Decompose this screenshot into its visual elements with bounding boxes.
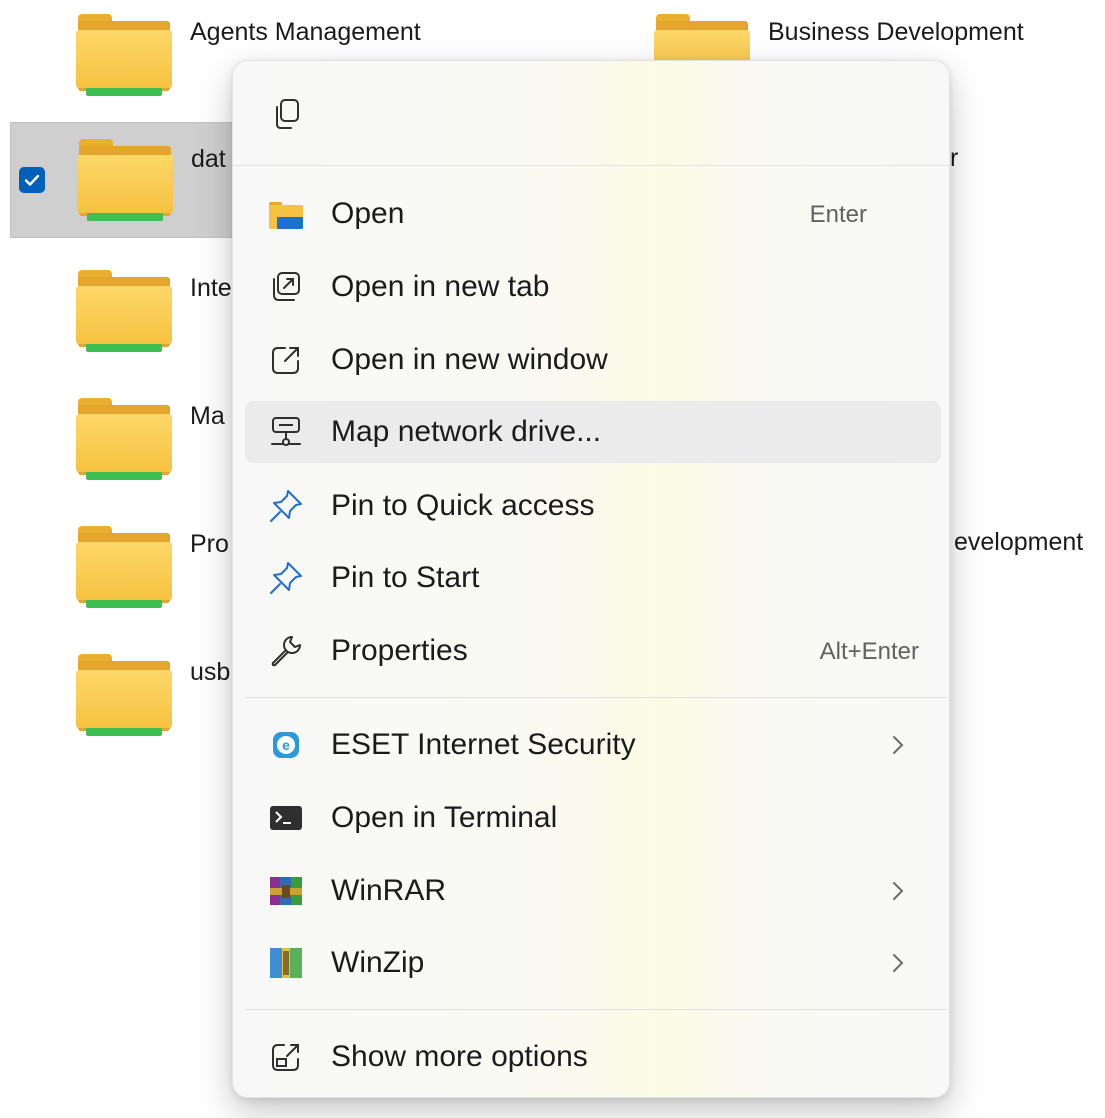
terminal-icon <box>267 799 305 837</box>
menu-item-shortcut: Alt+Enter <box>819 638 919 665</box>
folder-icon <box>76 652 176 748</box>
svg-text:e: e <box>282 737 290 753</box>
menu-item-shortcut: Enter <box>809 201 867 228</box>
wrench-icon <box>267 632 305 670</box>
menu-item-pin-start[interactable]: Pin to Start <box>245 547 941 609</box>
pin-icon <box>267 487 305 525</box>
folder-icon <box>76 268 176 364</box>
folder-item-usb[interactable]: usb <box>74 650 244 766</box>
pin-icon <box>267 559 305 597</box>
menu-item-label: Properties <box>331 634 468 667</box>
folder-label: usb <box>190 658 231 686</box>
folder-icon <box>76 524 176 620</box>
menu-item-label: ESET Internet Security <box>331 728 636 761</box>
folder-item-dat[interactable]: dat <box>10 122 250 238</box>
menu-item-label: Open in new window <box>331 343 608 376</box>
menu-item-label: Open in new tab <box>331 270 550 303</box>
menu-item-open-new-window[interactable]: Open in new window <box>245 329 941 391</box>
menu-separator <box>245 697 947 698</box>
new-tab-icon <box>267 268 305 306</box>
folder-label: Business Development <box>768 18 1024 46</box>
show-more-icon <box>267 1038 305 1076</box>
menu-item-label: Pin to Quick access <box>331 489 595 522</box>
menu-item-map-network-drive[interactable]: Map network drive... <box>245 401 941 463</box>
menu-item-eset[interactable]: e ESET Internet Security <box>245 714 941 776</box>
context-menu: Open Enter Open in new tab Open in new w… <box>232 60 950 1098</box>
winrar-icon <box>267 872 305 910</box>
folder-label: Inte <box>190 274 232 302</box>
menu-item-open[interactable]: Open Enter <box>245 183 941 245</box>
folder-label: Pro <box>190 530 229 558</box>
menu-item-label: WinZip <box>331 946 425 979</box>
copy-icon[interactable] <box>269 97 303 131</box>
chevron-right-icon <box>893 882 904 900</box>
new-window-icon <box>267 341 305 379</box>
menu-item-label: Show more options <box>331 1040 588 1073</box>
winzip-icon <box>267 944 305 982</box>
menu-item-label: Open <box>331 197 405 230</box>
menu-item-label: Open in Terminal <box>331 801 558 834</box>
folder-icon <box>76 396 176 492</box>
menu-item-winrar[interactable]: WinRAR <box>245 860 941 922</box>
network-drive-icon <box>267 413 305 451</box>
folder-label: dat <box>191 145 226 173</box>
chevron-right-icon <box>893 954 904 972</box>
menu-item-open-new-tab[interactable]: Open in new tab <box>245 256 941 318</box>
folder-label: Ma <box>190 402 225 430</box>
menu-quick-actions <box>233 61 949 166</box>
eset-icon: e <box>267 726 305 764</box>
checkmark-icon <box>24 174 40 186</box>
folder-label: r <box>950 144 959 172</box>
menu-separator <box>245 1009 947 1010</box>
folder-item-pro[interactable]: Pro <box>74 522 244 638</box>
folder-item-ma[interactable]: Ma <box>74 394 244 510</box>
folder-label: evelopment <box>954 528 1084 556</box>
chevron-right-icon <box>893 736 904 754</box>
folder-open-icon <box>267 195 305 233</box>
checkbox-checked[interactable] <box>19 167 45 193</box>
menu-item-properties[interactable]: Properties Alt+Enter <box>245 620 941 682</box>
menu-item-show-more-options[interactable]: Show more options <box>245 1026 941 1088</box>
menu-item-label: Map network drive... <box>331 415 602 448</box>
folder-label: Agents Management <box>190 18 421 46</box>
menu-item-pin-quick-access[interactable]: Pin to Quick access <box>245 475 941 537</box>
menu-item-label: WinRAR <box>331 874 447 907</box>
folder-item-inte[interactable]: Inte <box>74 266 244 382</box>
menu-item-open-terminal[interactable]: Open in Terminal <box>245 787 941 849</box>
folder-icon <box>77 137 177 233</box>
menu-item-winzip[interactable]: WinZip <box>245 932 941 994</box>
folder-item-development[interactable]: evelopment <box>948 522 1103 638</box>
folder-icon <box>76 12 176 108</box>
menu-item-label: Pin to Start <box>331 561 480 594</box>
